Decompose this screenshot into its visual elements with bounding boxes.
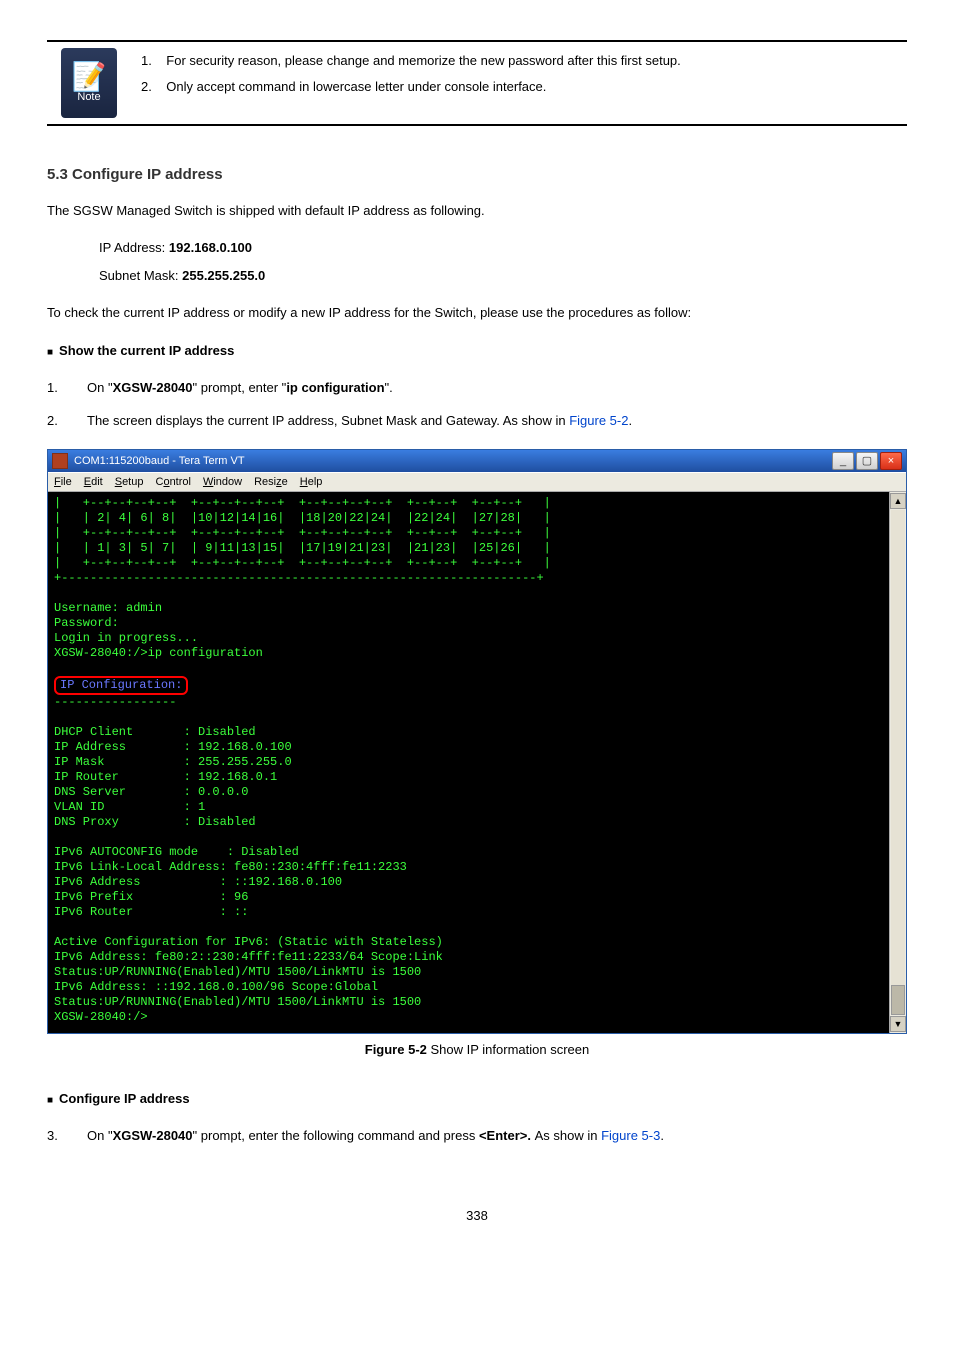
figure-5-2-link[interactable]: Figure 5-2 (569, 413, 628, 428)
scroll-thumb[interactable] (891, 985, 905, 1015)
terminal-window: COM1:115200baud - Tera Term VT _ ▢ × Fil… (47, 449, 907, 1034)
note-1-text: For security reason, please change and m… (166, 53, 680, 68)
step1-e: ". (385, 380, 393, 395)
figure-caption: Figure 5-2 Show IP information screen (47, 1042, 907, 1057)
menu-control[interactable]: Control (155, 476, 190, 488)
menu-help[interactable]: Help (300, 476, 323, 488)
intro-para: The SGSW Managed Switch is shipped with … (47, 199, 907, 222)
maximize-button[interactable]: ▢ (856, 452, 878, 470)
menu-file[interactable]: File (54, 476, 72, 488)
term-ascii: | +--+--+--+--+ +--+--+--+--+ +--+--+--+… (54, 496, 551, 585)
minimize-button[interactable]: _ (832, 452, 854, 470)
step-2-num: 2. (47, 409, 87, 432)
step-1: 1. On "XGSW-28040" prompt, enter "ip con… (47, 376, 907, 399)
terminal-titlebar[interactable]: COM1:115200baud - Tera Term VT _ ▢ × (48, 450, 906, 472)
mask-label: Subnet Mask: (99, 268, 179, 283)
menu-window[interactable]: Window (203, 476, 242, 488)
step3-b: XGSW-28040 (113, 1128, 193, 1143)
caption-b: Show IP information screen (431, 1042, 590, 1057)
close-button[interactable]: × (880, 452, 902, 470)
note-box: 📝 Note 1. For security reason, please ch… (47, 42, 907, 124)
note-1-num: 1. (141, 53, 152, 68)
section-title: 5.3 Configure IP address (47, 166, 907, 183)
note-icon: 📝 Note (61, 48, 117, 118)
ip-config-highlight: IP Configuration: (54, 676, 188, 695)
step-3: 3. On "XGSW-28040" prompt, enter the fol… (47, 1124, 907, 1147)
note-icon-cell: 📝 Note (47, 42, 131, 124)
step3-a: On " (87, 1128, 113, 1143)
terminal-menubar: File Edit Setup Control Window Resize He… (48, 472, 906, 492)
terminal-body[interactable]: | +--+--+--+--+ +--+--+--+--+ +--+--+--+… (48, 492, 889, 1033)
step-2: 2. The screen displays the current IP ad… (47, 409, 907, 432)
menu-setup[interactable]: Setup (115, 476, 144, 488)
subheading-1: ■Show the current IP address (47, 339, 907, 362)
step1-a: On " (87, 380, 113, 395)
ip-value: 192.168.0.100 (169, 240, 252, 255)
step1-d: ip configuration (286, 380, 384, 395)
notepad-icon: 📝 (72, 63, 107, 91)
step3-f: . (660, 1128, 664, 1143)
step1-c: " prompt, enter " (193, 380, 287, 395)
page-number: 338 (47, 1208, 907, 1223)
scroll-down-icon[interactable]: ▼ (890, 1016, 906, 1032)
step-3-num: 3. (47, 1124, 87, 1147)
step-1-num: 1. (47, 376, 87, 399)
menu-edit[interactable]: Edit (84, 476, 103, 488)
ip-label: IP Address: (99, 240, 165, 255)
terminal-scrollbar[interactable]: ▲ ▼ (889, 492, 906, 1033)
term-login: Username: admin Password: Login in progr… (54, 601, 263, 660)
para-2: To check the current IP address or modif… (47, 301, 907, 324)
terminal-app-icon (52, 453, 68, 469)
step2-a: The screen displays the current IP addre… (87, 413, 569, 428)
step3-e: As show in (535, 1128, 601, 1143)
note-label: Note (77, 91, 100, 103)
note-content: 1. For security reason, please change an… (131, 42, 907, 124)
note-2-num: 2. (141, 79, 152, 94)
step3-d: <Enter>. (479, 1128, 535, 1143)
step3-c: " prompt, enter the following command an… (193, 1128, 479, 1143)
term-body1: DHCP Client : Disabled IP Address : 192.… (54, 725, 443, 1024)
note-2-text: Only accept command in lowercase letter … (166, 79, 546, 94)
step1-b: XGSW-28040 (113, 380, 193, 395)
scroll-up-icon[interactable]: ▲ (890, 493, 906, 509)
menu-resize[interactable]: Resize (254, 476, 288, 488)
step2-b: . (628, 413, 632, 428)
subheading-2: ■Configure IP address (47, 1087, 907, 1110)
terminal-title: COM1:115200baud - Tera Term VT (74, 455, 832, 467)
scroll-track[interactable] (891, 510, 905, 1015)
mask-value: 255.255.255.0 (182, 268, 265, 283)
figure-5-3-link[interactable]: Figure 5-3 (601, 1128, 660, 1143)
caption-a: Figure 5-2 (365, 1042, 431, 1057)
